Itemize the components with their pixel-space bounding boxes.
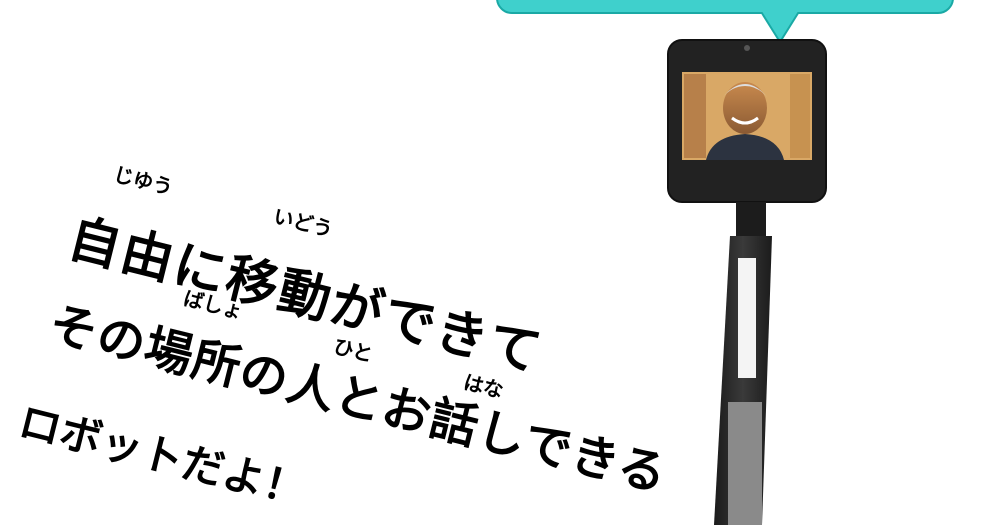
ruby-jiyuu: じゆう <box>111 161 176 200</box>
caption: じゆう いどう 自由に移動ができて ばしょ ひと はな その場所の人とお話しでき… <box>0 0 990 525</box>
ruby-idou: いどう <box>271 203 336 242</box>
